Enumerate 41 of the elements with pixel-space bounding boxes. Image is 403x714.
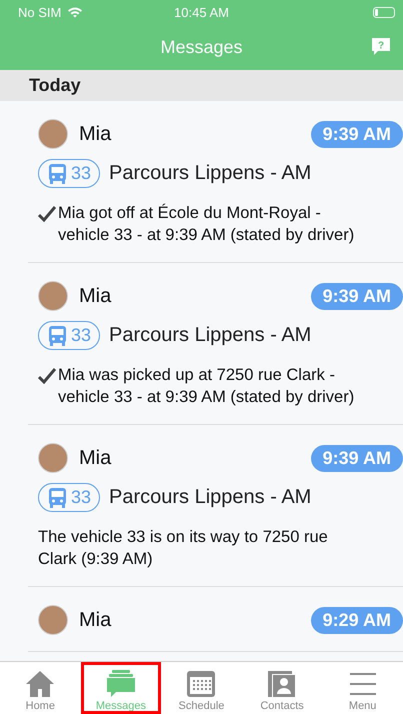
avatar xyxy=(38,281,68,311)
vehicle-badge: 33 xyxy=(38,159,100,188)
route-name: Parcours Lippens - AM xyxy=(109,324,312,347)
avatar xyxy=(38,605,68,635)
help-icon[interactable]: ? xyxy=(371,36,391,56)
tab-button[interactable]: Menu xyxy=(322,662,403,714)
tab-button[interactable]: Home xyxy=(0,662,81,714)
vehicle-badge: 33 xyxy=(38,321,100,350)
message-text: Mia got off at École du Mont-Royal - vehicle 33 - at 9:39 AM (stated by driver) xyxy=(58,202,356,246)
wifi-icon xyxy=(67,6,84,18)
tab-button[interactable]: Contacts xyxy=(242,662,322,714)
screen-title: Messages xyxy=(160,36,243,58)
vehicle-badge: 33 xyxy=(38,483,100,512)
menu-icon xyxy=(348,670,378,698)
tab-button[interactable]: Messages xyxy=(80,662,162,714)
child-name: Mia xyxy=(79,284,112,308)
child-name: Mia xyxy=(79,608,112,632)
route-name: Parcours Lippens - AM xyxy=(109,162,312,185)
carrier-label: No SIM xyxy=(18,4,62,20)
child-name: Mia xyxy=(79,122,112,146)
avatar xyxy=(38,443,68,473)
route-name: Parcours Lippens - AM xyxy=(109,486,312,509)
bus-icon xyxy=(49,326,66,346)
avatar xyxy=(38,119,68,149)
contact-card-icon xyxy=(267,670,298,698)
child-name: Mia xyxy=(79,446,112,470)
message-text: The vehicle 33 is on its way to 7250 rue Clark (9:39 AM) xyxy=(38,527,329,570)
message-text: Mia was picked up at 7250 rue Clark - vehicle 33 - at 9:39 AM (stated by driver) xyxy=(58,365,356,408)
battery-icon xyxy=(373,6,395,18)
section-header: Today xyxy=(29,75,81,95)
tab-button[interactable]: Schedule xyxy=(161,662,242,714)
clock-time: 10:45 AM xyxy=(174,4,229,20)
chat-bubbles-icon xyxy=(106,670,136,698)
calendar-icon xyxy=(186,670,216,698)
time-badge: 9:39 AM xyxy=(310,444,403,472)
bus-icon xyxy=(49,164,66,184)
time-badge: 9:39 AM xyxy=(310,282,403,310)
home-icon xyxy=(25,670,56,698)
time-badge: 9:29 AM xyxy=(310,606,403,634)
bus-icon xyxy=(49,488,66,508)
time-badge: 9:39 AM xyxy=(310,120,403,148)
